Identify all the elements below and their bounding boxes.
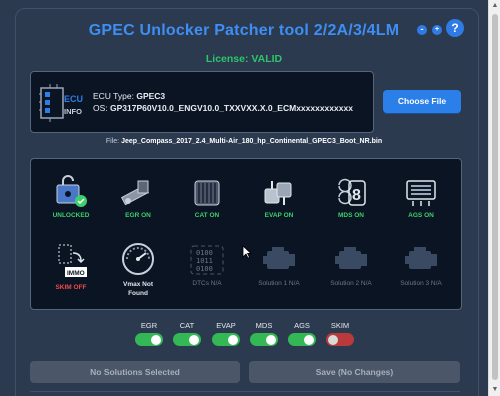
scrollbar-thumb[interactable] [492,14,498,380]
scroll-up-icon[interactable]: ▲ [489,0,500,12]
solution-label: DTCs N/A [192,280,222,287]
toggle-egr[interactable]: EGR [134,321,164,346]
ecu-type-value: GPEC3 [136,91,166,101]
ecu-os-row: OS: GP317P60V10.0_ENGV10.0_TXXVXX.X.0_EC… [93,103,353,113]
solution-tile-unlocked[interactable]: UNLOCKED [41,175,101,219]
divider [30,391,460,392]
toggle-label: MDS [255,321,273,330]
engine-icon [335,247,367,269]
mouse-cursor-icon [242,245,252,259]
save-button[interactable]: Save (No Changes) [249,361,460,383]
solution-label: EVAP ON [264,212,294,219]
ecu-info-icon: ECU INFO [39,84,83,122]
ecu-info-panel: ECU INFO ECU Type: GPEC3 OS: GP317P60V10… [30,71,374,133]
solution-tile-dtcs[interactable]: 0100 1011 0100 DTCs N/A [177,243,237,287]
solution-label: Solution 3 N/A [400,280,442,287]
evap-canister-icon [264,181,292,205]
solution-label: SKIM OFF [55,284,87,291]
solution-label: MDS ON [338,212,364,219]
solution-label: Vmax Not Found [123,281,153,297]
choose-file-button[interactable]: Choose File [383,90,461,113]
app-title: GPEC Unlocker Patcher tool 2/2A/3/4LM [88,22,400,39]
toggle-label: EGR [140,321,158,330]
toggle-switch[interactable] [173,333,201,346]
engine-icon [263,247,295,269]
ecu-icon-text-top: ECU [64,94,83,104]
solution-toggles: EGR CAT EVAP MDS AGS SKIM [0,321,488,351]
solution-tile-skim[interactable]: IMMO SKIM OFF [41,243,101,291]
immobilizer-icon: IMMO [58,244,87,277]
binary-line: 0100 [196,249,213,257]
catalytic-converter-icon [194,180,220,206]
solution-tile-cat[interactable]: CAT ON [177,175,237,219]
minimize-button[interactable]: - [417,25,427,35]
ecu-icon-text-bottom: INFO [64,107,82,116]
toggle-switch[interactable] [250,333,278,346]
ecu-type-label: ECU Type: [93,91,134,101]
license-status: License: VALID [205,53,283,65]
toggle-mds[interactable]: MDS [249,321,279,346]
engine-icon [405,247,437,269]
ecu-type-row: ECU Type: GPEC3 [93,91,165,101]
toggle-cat[interactable]: CAT [172,321,202,346]
toggle-switch[interactable] [326,333,354,346]
speedometer-icon [122,243,154,275]
ecu-os-label: OS: [93,103,108,113]
solution-tile-evap[interactable]: EVAP ON [249,175,309,219]
solution-tile-mds[interactable]: 8 MDS ON [321,175,381,219]
solution-label: Solution 2 N/A [330,280,372,287]
app-window: GPEC Unlocker Patcher tool 2/2A/3/4LM - … [0,0,488,396]
file-label: File: [105,138,120,145]
scroll-down-icon[interactable]: ▼ [489,384,500,396]
binary-code-icon: 0100 1011 0100 [190,245,224,275]
solution-tile-egr[interactable]: EGR ON [108,175,168,219]
ecu-os-value: GP317P60V10.0_ENGV10.0_TXXVXX.X.0_ECMxxx… [110,103,353,113]
file-name: Jeep_Compass_2017_2.4_Multi-Air_180_hp_C… [121,138,383,145]
solution-label: CAT ON [194,212,220,219]
solution-tile-3[interactable]: Solution 3 N/A [391,243,451,287]
toggle-switch[interactable] [135,333,163,346]
solution-tile-1[interactable]: Solution 1 N/A [249,243,309,287]
binary-line: 1011 [196,257,213,265]
apply-solutions-button[interactable]: No Solutions Selected [30,361,240,383]
scrollbar[interactable]: ▲ ▼ [488,0,500,396]
toggle-label: SKIM [330,321,350,330]
help-button[interactable]: ? [446,19,464,37]
solution-label: UNLOCKED [52,212,90,219]
toggle-label: CAT [179,321,195,330]
toggle-switch[interactable] [212,333,240,346]
solution-label: AGS ON [408,212,434,219]
toggle-label: AGS [294,321,310,330]
egr-valve-icon [120,180,150,206]
solution-label: EGR ON [125,212,151,219]
file-path: File: Jeep_Compass_2017_2.4_Multi-Air_18… [0,138,488,145]
solutions-panel: UNLOCKED EGR ON CAT ON EVAP ON 8 MDS ON … [30,158,462,310]
toggle-switch[interactable] [288,333,316,346]
svg-text:8: 8 [352,187,361,204]
toggle-ags[interactable]: AGS [287,321,317,346]
toggle-skim[interactable]: SKIM [325,321,355,346]
solution-tile-vmax[interactable]: Vmax Not Found [108,241,168,298]
grille-shutter-icon [406,180,436,206]
solution-tile-2[interactable]: Solution 2 N/A [321,243,381,287]
binary-line: 0100 [196,265,213,273]
toggle-label: EVAP [216,321,236,330]
unlock-chip-icon [56,175,87,207]
solution-label: Solution 1 N/A [258,280,300,287]
immo-badge-text: IMMO [67,270,85,277]
engine-cylinder-icon: 8 [338,178,366,206]
maximize-button[interactable]: + [432,25,442,35]
toggle-evap[interactable]: EVAP [211,321,241,346]
solution-tile-ags[interactable]: AGS ON [391,175,451,219]
